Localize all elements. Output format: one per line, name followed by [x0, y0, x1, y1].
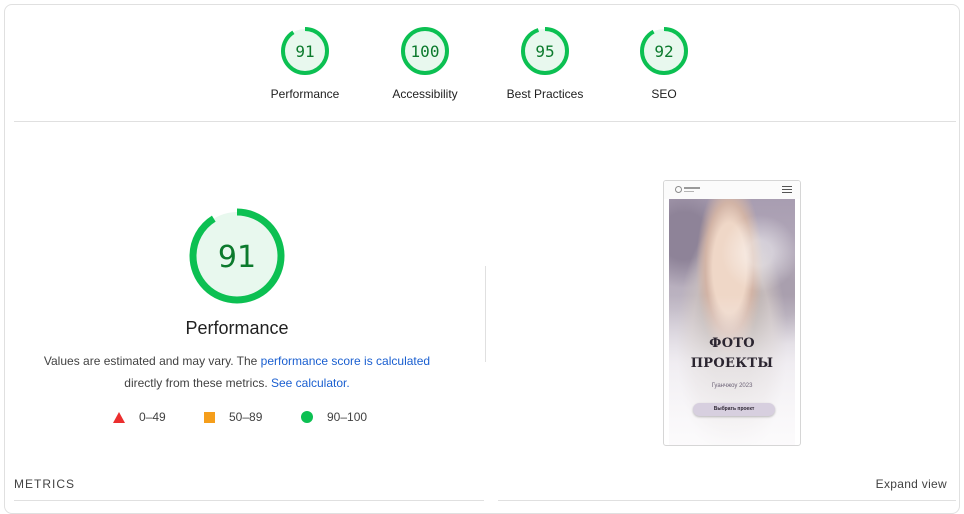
- desc-text-2: directly from these metrics.: [124, 376, 271, 390]
- performance-main-gauge: 91: [189, 208, 285, 304]
- gauge-accessibility[interactable]: 100 Accessibility: [370, 25, 480, 101]
- legend-fail: 0–49: [113, 409, 166, 425]
- performance-title: Performance: [185, 318, 289, 338]
- screenshot-hero-subtitle: Гуанчжоу 2023: [711, 383, 753, 389]
- screenshot-hero-title: ФОТО ПРОЕКТЫ: [669, 334, 795, 374]
- performance-main-score: 91: [218, 240, 256, 275]
- screenshot-hero-photo: ФОТО ПРОЕКТЫ Гуанчжоу 2023 Выбрать проек…: [669, 199, 795, 445]
- legend-average-range: 50–89: [229, 410, 263, 424]
- legend-pass: 90–100: [301, 409, 367, 425]
- see-calculator-link[interactable]: See calculator.: [271, 376, 350, 390]
- metrics-divider-left: [14, 500, 484, 501]
- gauge-accessibility-ring: 100: [401, 27, 449, 75]
- screenshot-site-header: [664, 181, 800, 199]
- gauge-best-practices-ring: 95: [521, 27, 569, 75]
- square-icon: [204, 411, 215, 423]
- final-screenshot[interactable]: ФОТО ПРОЕКТЫ Гуанчжоу 2023 Выбрать проек…: [663, 180, 801, 446]
- hamburger-menu-icon: [782, 186, 792, 193]
- metrics-divider-right: [498, 500, 956, 501]
- gauge-accessibility-label: Accessibility: [392, 87, 458, 101]
- gauge-seo-label: SEO: [651, 87, 677, 101]
- gauge-performance[interactable]: 91 Performance: [250, 25, 360, 101]
- legend-pass-range: 90–100: [327, 410, 368, 424]
- metrics-heading: METRICS: [14, 477, 75, 491]
- gauge-best-practices-label: Best Practices: [506, 87, 584, 101]
- gauge-best-practices-score: 95: [535, 42, 554, 61]
- screenshot-title-line1: ФОТО: [709, 336, 755, 351]
- circle-icon: [301, 411, 313, 423]
- performance-description: Values are estimated and may vary. The p…: [30, 350, 444, 394]
- site-logo-icon: [675, 186, 701, 194]
- gauge-performance-score: 91: [295, 42, 314, 61]
- legend-fail-range: 0–49: [139, 410, 166, 424]
- header-divider: [14, 121, 956, 122]
- vertical-separator: [485, 266, 486, 362]
- gauge-performance-label: Performance: [270, 87, 340, 101]
- triangle-icon: [113, 411, 125, 423]
- score-legend: 0–49 50–89 90–100: [0, 409, 480, 425]
- expand-view-toggle[interactable]: Expand view: [876, 477, 947, 491]
- desc-text-1: Values are estimated and may vary. The: [43, 354, 261, 368]
- score-calculated-link[interactable]: performance score is calculated: [261, 354, 430, 368]
- gauge-best-practices[interactable]: 95 Best Practices: [490, 25, 600, 101]
- category-gauges: 91 Performance 100 Accessibility 95 Best…: [0, 25, 964, 110]
- gauge-seo[interactable]: 92 SEO: [609, 25, 719, 101]
- gauge-performance-ring: 91: [281, 27, 329, 75]
- gauge-seo-ring: 92: [640, 27, 688, 75]
- legend-average: 50–89: [204, 409, 262, 425]
- screenshot-cta-button: Выбрать проект: [693, 403, 775, 416]
- gauge-accessibility-score: 100: [411, 42, 440, 61]
- gauge-seo-score: 92: [654, 42, 673, 61]
- screenshot-title-line2: ПРОЕКТЫ: [690, 356, 774, 371]
